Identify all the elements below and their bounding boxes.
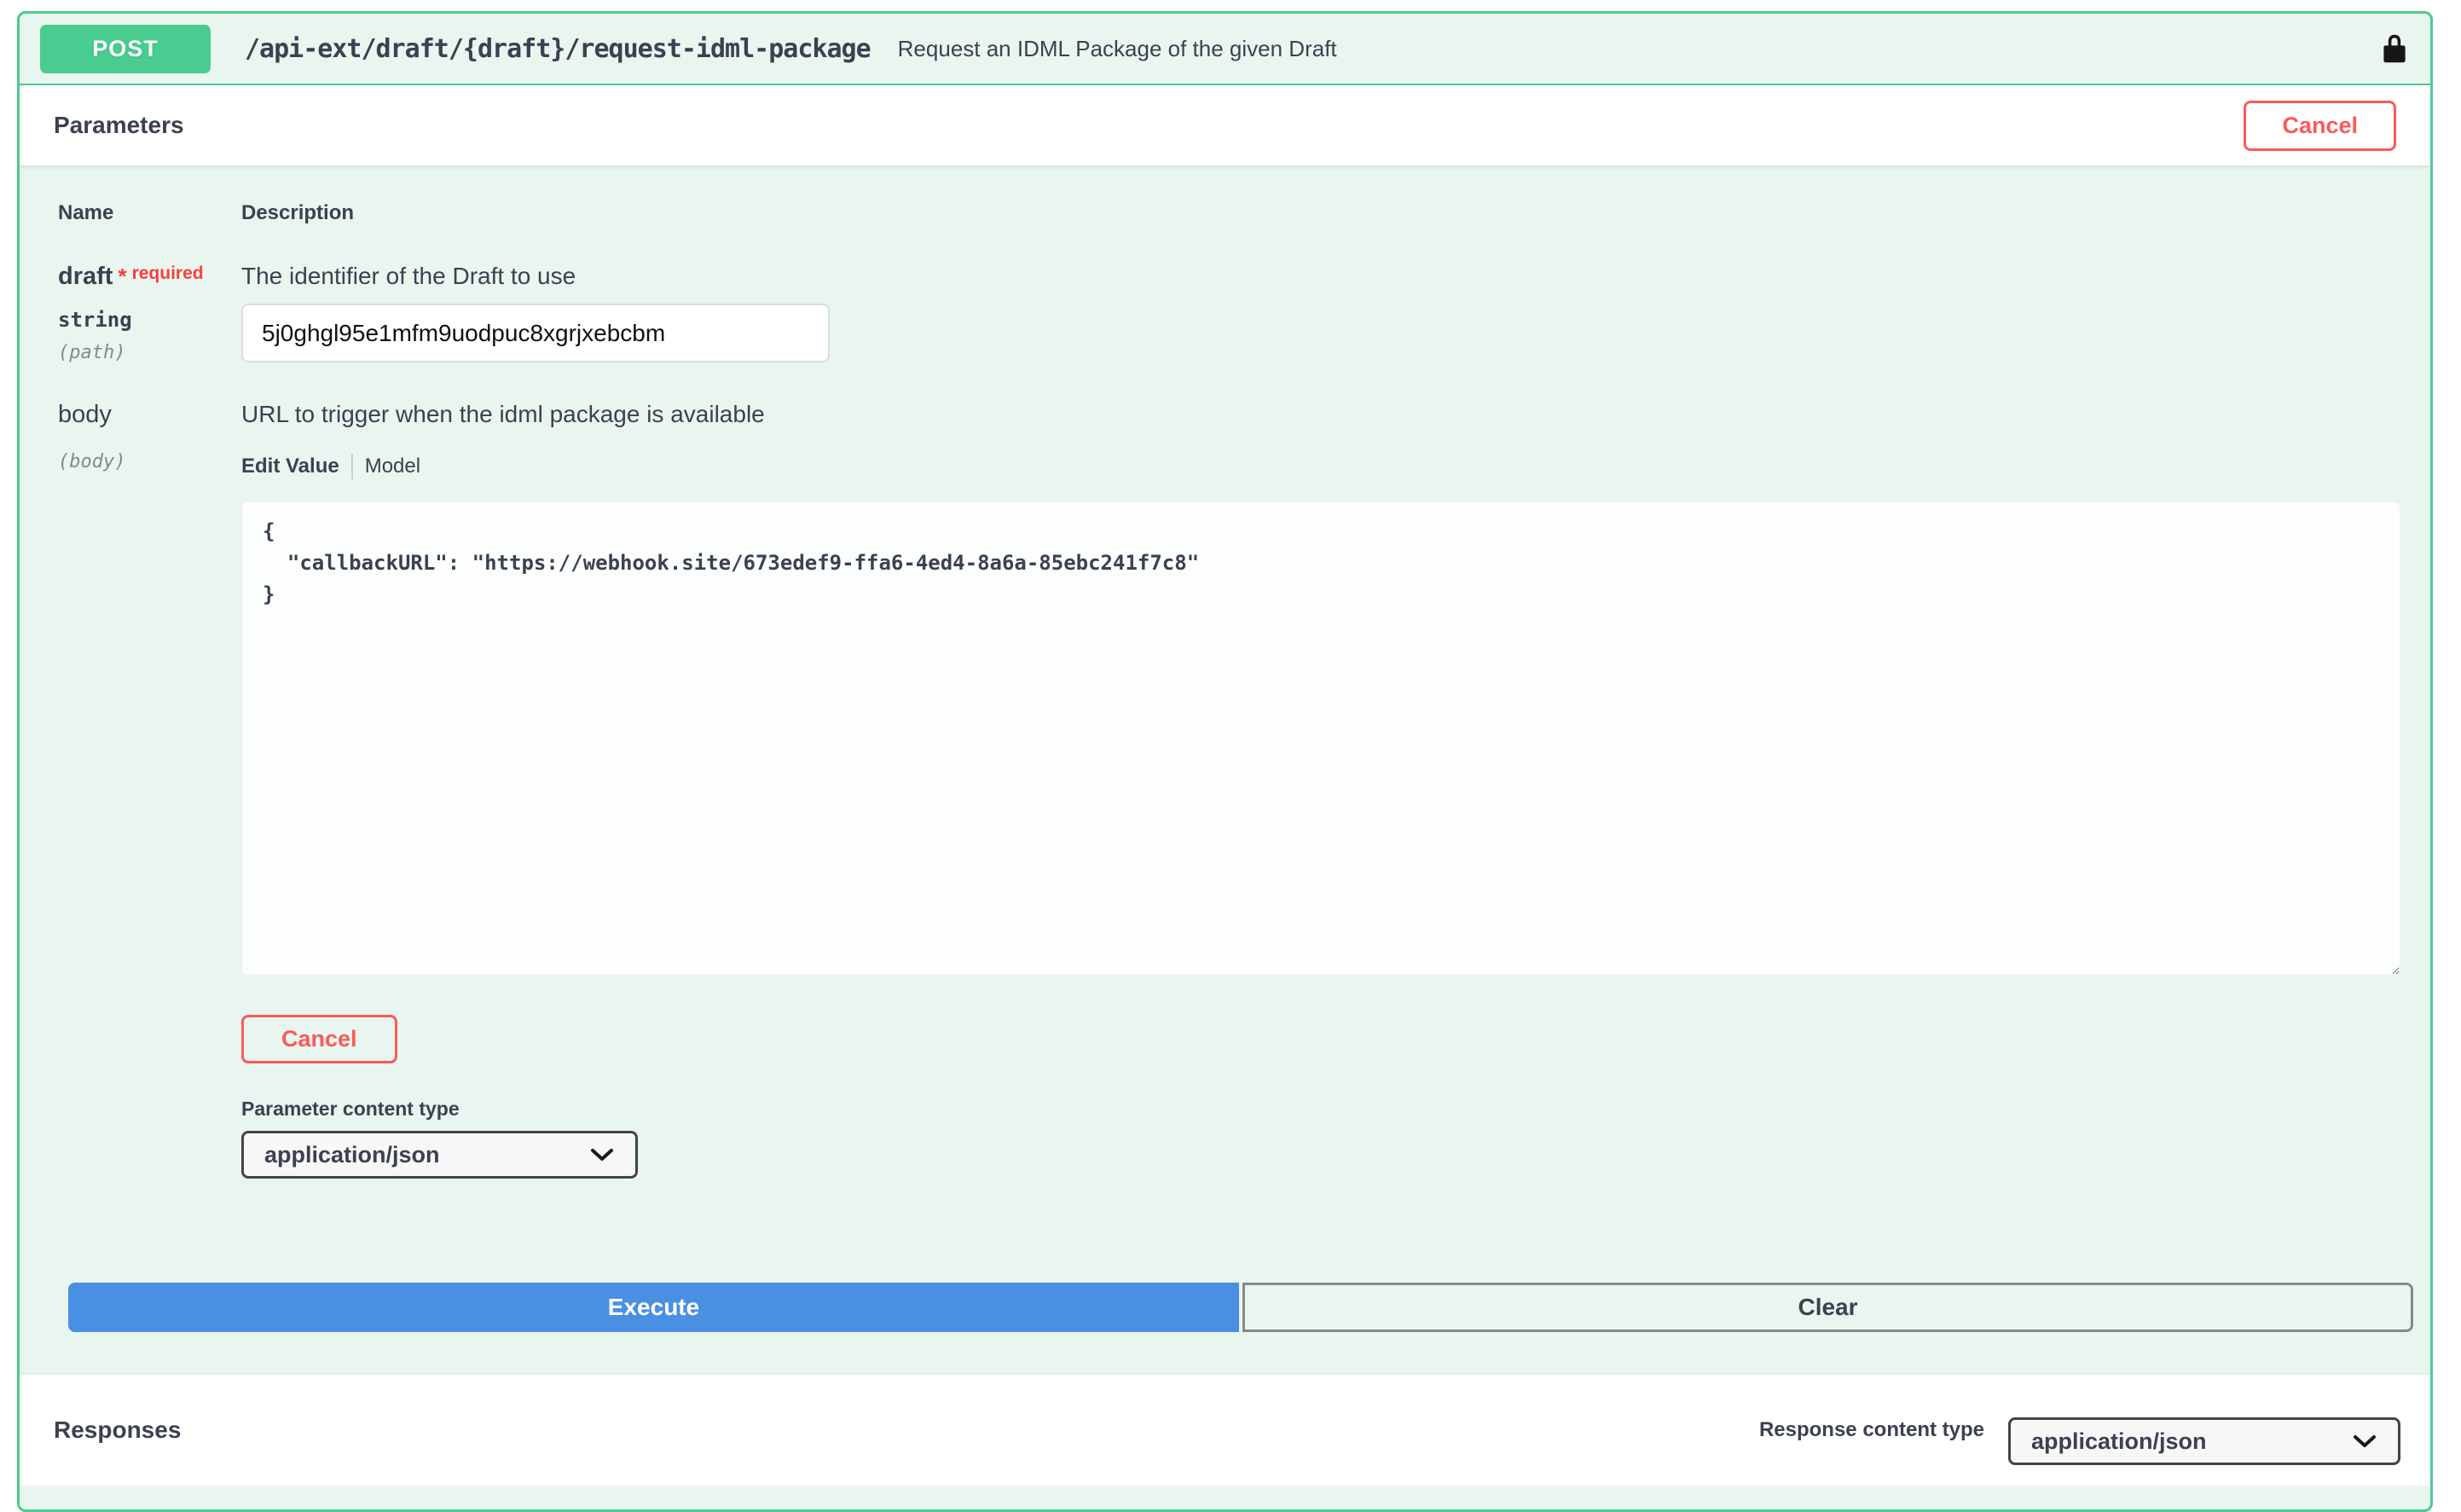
param-type: string (58, 308, 241, 332)
parameters-header: Parameters Cancel (20, 85, 2430, 165)
cancel-edit-button[interactable]: Cancel (241, 1015, 397, 1063)
param-location: (path) (58, 342, 241, 363)
tab-edit-value[interactable]: Edit Value (241, 455, 339, 478)
body-value-editor[interactable]: { "callbackURL": "https://webhook.site/6… (241, 501, 2400, 976)
param-location: (body) (58, 451, 241, 472)
parameter-content-type-label: Parameter content type (241, 1098, 2400, 1121)
execute-button[interactable]: Execute (68, 1283, 1239, 1332)
clear-button[interactable]: Clear (1242, 1283, 2413, 1332)
param-name-body: body (58, 401, 241, 429)
response-content-type-label: Response content type (1759, 1418, 1984, 1442)
spacer (20, 1332, 2430, 1375)
parameter-content-type-select[interactable]: application/json (241, 1131, 638, 1179)
endpoint-summary: Request an IDML Package of the given Dra… (898, 36, 1337, 62)
param-row-draft: draft* required string (path) The identif… (58, 263, 2400, 363)
param-name-draft: draft (58, 263, 113, 290)
required-star: * (118, 264, 126, 289)
param-row-body: body (body) URL to trigger when the idml… (58, 401, 2400, 1179)
execute-row: Execute Clear (68, 1283, 2413, 1332)
endpoint-path: /api-ext/draft/{draft}/request-idml-pack… (245, 34, 871, 64)
required-label: required (132, 264, 204, 283)
param-description: URL to trigger when the idml package is … (241, 401, 2400, 428)
tab-separator (351, 454, 353, 479)
responses-header: Responses Response content type applicat… (20, 1375, 2430, 1486)
operation-block: POST /api-ext/draft/{draft}/request-idml… (17, 11, 2433, 1512)
parameters-table: Name Description draft* required string (… (20, 201, 2430, 1179)
body-param-tabs: Edit Value Model (241, 454, 2400, 479)
response-content-type-select[interactable]: application/json (2008, 1417, 2400, 1465)
chevron-down-icon (2352, 1434, 2377, 1449)
draft-value-input[interactable] (241, 304, 830, 362)
tab-model[interactable]: Model (365, 455, 420, 478)
response-content-type-value: application/json (2031, 1428, 2207, 1455)
method-badge: POST (40, 25, 211, 73)
operation-summary[interactable]: POST /api-ext/draft/{draft}/request-idml… (20, 14, 2430, 85)
description-column-header: Description (241, 201, 2400, 225)
cancel-try-out-button[interactable]: Cancel (2244, 101, 2396, 151)
parameter-content-type-value: application/json (264, 1142, 440, 1168)
chevron-down-icon (589, 1147, 615, 1162)
parameters-title: Parameters (54, 112, 184, 139)
auth-lock-icon[interactable] (2379, 33, 2410, 64)
param-description: The identifier of the Draft to use (241, 263, 2400, 290)
name-column-header: Name (58, 201, 241, 225)
table-header-row: Name Description (58, 201, 2400, 225)
responses-title: Responses (54, 1416, 181, 1444)
